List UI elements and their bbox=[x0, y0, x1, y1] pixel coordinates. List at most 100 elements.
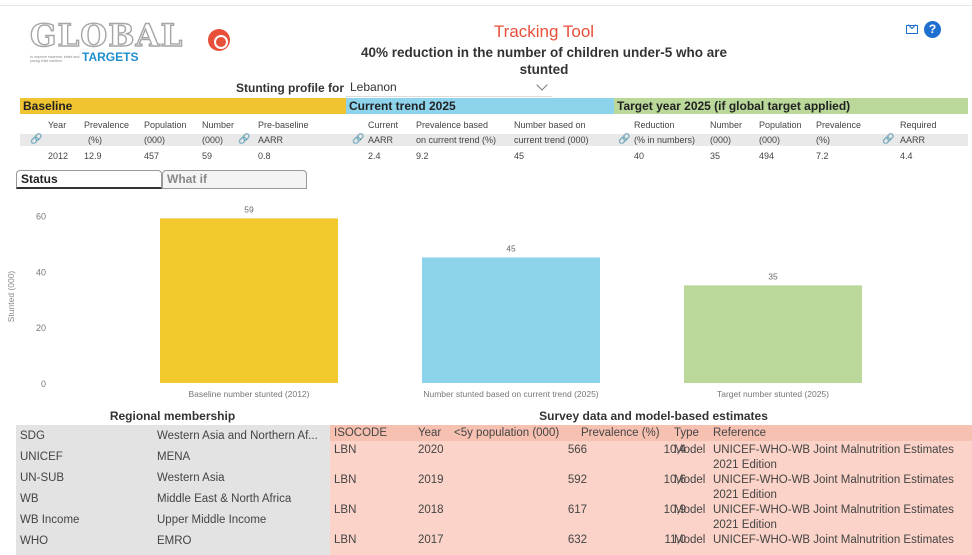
col-pre-baseline: Pre-baseline bbox=[258, 120, 309, 130]
value-current-aarr: 2.4 bbox=[368, 151, 381, 161]
cell-year: 2018 bbox=[418, 504, 444, 516]
region-row: SDG Western Asia and Northern Af... bbox=[16, 426, 330, 447]
bar-2 bbox=[422, 257, 600, 383]
region-value: MENA bbox=[157, 451, 191, 463]
profile-label: Stunting profile for bbox=[236, 81, 344, 95]
col-required: Required bbox=[900, 120, 937, 130]
col-number-trend: Number based on bbox=[514, 120, 586, 130]
bar-1 bbox=[160, 218, 338, 383]
link-icon: 🔗 bbox=[238, 134, 251, 145]
logo-tagline: to improve maternal, infant and young ch… bbox=[30, 55, 80, 63]
col-target-prevalence: Prevalence bbox=[816, 120, 862, 130]
survey-title: Survey data and model-based estimates bbox=[539, 409, 768, 423]
cell-reference: UNICEF-WHO-WB Joint Malnutrition Estimat… bbox=[713, 504, 954, 531]
region-row: WB Income Upper Middle Income bbox=[16, 510, 330, 531]
section-current-header: Current trend 2025 bbox=[346, 98, 614, 114]
unit-prevalence: (%) bbox=[88, 135, 102, 145]
partner-logo-icon bbox=[208, 29, 230, 51]
bar-data-label: 35 bbox=[768, 271, 778, 281]
y-tick-label: 40 bbox=[36, 267, 46, 277]
bar-data-label: 59 bbox=[244, 204, 254, 214]
value-prevalence: 12.9 bbox=[84, 151, 102, 161]
x-category-label: Baseline number stunted (2012) bbox=[189, 389, 310, 399]
unit-reduction: (% in numbers) bbox=[634, 135, 696, 145]
cell-reference: UNICEF-WHO-WB Joint Malnutrition Estimat… bbox=[713, 444, 954, 471]
bar-3 bbox=[684, 285, 862, 383]
col-prevalence: Prevalence bbox=[84, 120, 130, 130]
region-key: UN-SUB bbox=[20, 472, 65, 484]
value-reduction: 40 bbox=[634, 151, 645, 161]
section-baseline-header: Baseline bbox=[20, 98, 346, 114]
col-reduction: Reduction bbox=[634, 120, 675, 130]
x-category-label: Number stunted based on current trend (2… bbox=[423, 389, 598, 399]
logo-targets-text: TARGETS bbox=[82, 50, 139, 64]
cell-reference: UNICEF-WHO-WB Joint Malnutrition Estimat… bbox=[713, 474, 954, 501]
survey-row: LBN 2019 592 10,6 Model UNICEF-WHO-WB Joint M… bbox=[330, 471, 972, 501]
cell-type: Model bbox=[674, 444, 706, 456]
col-prevalence-trend: Prevalence based bbox=[416, 120, 489, 130]
unit-number-trend: current trend (000) bbox=[514, 135, 589, 145]
metrics-header-row-1: Year Prevalence Population Number Pre-ba… bbox=[20, 119, 968, 131]
y-tick-label: 0 bbox=[41, 379, 46, 389]
col-target-number: Number bbox=[710, 120, 743, 130]
tab-status[interactable]: Status bbox=[16, 170, 162, 189]
region-key: WB Income bbox=[20, 514, 80, 526]
unit-population: (000) bbox=[144, 135, 166, 145]
tab-what-if[interactable]: What if bbox=[162, 170, 307, 189]
region-key: SDG bbox=[20, 430, 45, 442]
unit-target-population: (000) bbox=[759, 135, 781, 145]
survey-table: ISOCODE Year <5y population (000) Preval… bbox=[330, 425, 972, 555]
region-value: EMRO bbox=[157, 535, 192, 547]
region-value: Upper Middle Income bbox=[157, 514, 267, 526]
x-category-label: Target number stunted (2025) bbox=[717, 389, 829, 399]
cell-reference: UNICEF-WHO-WB Joint Malnutrition Estimat… bbox=[713, 534, 954, 546]
cell-isocode: LBN bbox=[334, 534, 357, 546]
help-icon[interactable]: ? bbox=[924, 21, 941, 38]
col-year: Year bbox=[48, 120, 67, 130]
cell-population: 592 bbox=[567, 474, 587, 486]
metrics-header-row-2: 🔗 (%) (000) (000) 🔗 AARR 🔗 AARR on curre… bbox=[20, 134, 968, 146]
col-population: Population bbox=[144, 120, 187, 130]
cell-population: 617 bbox=[567, 504, 587, 516]
col-target-population: Population bbox=[759, 120, 802, 130]
region-key: WB bbox=[20, 493, 39, 505]
cell-year: 2019 bbox=[418, 474, 444, 486]
stunted-bar-chart: 0 20 40 60 Stunted (000) 59 Baseline number st… bbox=[0, 196, 972, 404]
section-target-header: Target year 2025 (if global target appli… bbox=[614, 98, 968, 114]
col-prevalence: Prevalence (%) bbox=[581, 427, 660, 439]
value-target-population: 494 bbox=[759, 151, 775, 161]
cell-isocode: LBN bbox=[334, 504, 357, 516]
cell-population: 632 bbox=[567, 534, 587, 546]
unit-target-number: (000) bbox=[710, 135, 732, 145]
col-year: Year bbox=[418, 427, 442, 439]
region-value: Middle East & North Africa bbox=[157, 493, 292, 505]
cell-population: 566 bbox=[567, 444, 587, 456]
mail-icon[interactable] bbox=[906, 25, 918, 34]
country-select[interactable]: Lebanon bbox=[346, 77, 552, 97]
app-title: Tracking Tool bbox=[493, 22, 595, 41]
region-value: Western Asia and Northern Af... bbox=[157, 430, 318, 442]
value-number: 59 bbox=[202, 151, 213, 161]
cell-year: 2020 bbox=[418, 444, 444, 456]
col-under5-population: <5y population (000) bbox=[454, 427, 560, 439]
unit-required-aarr: AARR bbox=[900, 135, 926, 145]
app-subtitle: 40% reduction in the number of children … bbox=[360, 45, 728, 77]
top-divider bbox=[0, 5, 972, 6]
cell-type: Model bbox=[674, 474, 706, 486]
unit-current-aarr: AARR bbox=[368, 135, 394, 145]
cell-type: Model bbox=[674, 504, 706, 516]
region-value: Western Asia bbox=[157, 472, 225, 484]
regional-table: SDG Western Asia and Northern Af... UNICEF… bbox=[16, 425, 330, 555]
cell-isocode: LBN bbox=[334, 474, 357, 486]
link-icon: 🔗 bbox=[30, 134, 43, 145]
logo-wordmark: GLOBAL bbox=[29, 18, 184, 54]
link-icon: 🔗 bbox=[882, 134, 895, 145]
y-tick-label: 20 bbox=[36, 323, 46, 333]
region-row: UN-SUB Western Asia bbox=[16, 468, 330, 489]
col-reference: Reference bbox=[713, 427, 767, 439]
country-select-value: Lebanon bbox=[350, 80, 397, 94]
global-targets-logo: GLOBAL TARGETS to improve maternal, infa… bbox=[29, 19, 183, 66]
region-row: WB Middle East & North Africa bbox=[16, 489, 330, 510]
survey-header-row: ISOCODE Year <5y population (000) Preval… bbox=[330, 425, 972, 441]
region-row: WHO EMRO bbox=[16, 531, 330, 552]
